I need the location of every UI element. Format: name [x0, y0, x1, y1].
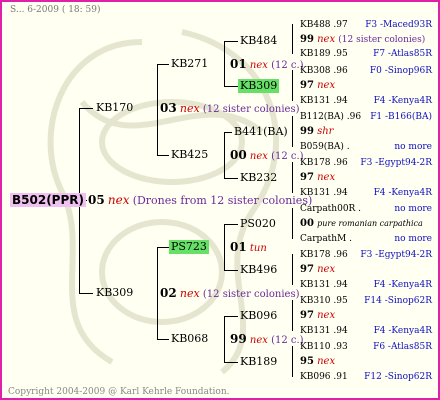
g4-origin: F0 -Sinop96R [369, 66, 432, 76]
g4-origin: F12 -Sinop62R [364, 372, 432, 382]
g3-queen[interactable]: KB189 [238, 355, 279, 369]
g4-origin: F14 -Sinop62R [364, 296, 432, 306]
g4-origin: F4 -Kenya4R [373, 188, 432, 198]
g4-origin: no more [394, 204, 432, 214]
g4-queen[interactable]: KB178 .96 [300, 249, 348, 261]
g2-queen-highlighted[interactable]: PS723 [169, 240, 209, 254]
g2-mating-info: 00 nex (12 c.) [230, 148, 304, 162]
g3-mating-info: 00 pure romanian carpathica [300, 218, 423, 229]
g4-origin: F6 -Atlas85R [373, 342, 432, 352]
g4-origin: F1 -B166(BA) [370, 112, 432, 122]
g4-queen[interactable]: KB131 .94 [300, 187, 348, 199]
g4-origin: F3 -Maced93R [365, 20, 432, 30]
g3-mating-info: 97 nex [300, 172, 336, 183]
g4-queen[interactable]: KB110 .93 [300, 341, 348, 353]
g3-queen-highlighted[interactable]: KB309 [238, 79, 280, 93]
g3-mating-info: 97 nex [300, 310, 336, 321]
g2-mating-info: 99 nex (12 c.) [230, 332, 304, 346]
root-queen[interactable]: B502(PPR) [10, 193, 86, 207]
g3-mating-info: 95 nex [300, 356, 336, 367]
g4-queen[interactable]: Carpath00R . [300, 203, 361, 215]
g4-queen[interactable]: KB131 .94 [300, 325, 348, 337]
header-timestamp: S... 6-2009 ( 18: 59) [10, 5, 101, 15]
pedigree-chart: S... 6-2009 ( 18: 59) Copyright 2004-200… [0, 0, 440, 400]
g4-queen[interactable]: KB310 .95 [300, 295, 348, 307]
g4-origin: no more [394, 234, 432, 244]
root-mating-info: 05 nex (Drones from 12 sister colonies) [88, 193, 313, 207]
copyright-footer: Copyright 2004-2009 @ Karl Kehrle Founda… [8, 387, 230, 397]
g4-origin: no more [394, 142, 432, 152]
g4-origin: F4 -Kenya4R [373, 96, 432, 106]
g3-queen[interactable]: KB484 [238, 34, 279, 48]
g3-mating-info: 97 nex [300, 264, 336, 275]
g4-origin: F4 -Kenya4R [373, 326, 432, 336]
g1-queen[interactable]: KB170 [94, 101, 135, 115]
g1-queen[interactable]: KB309 [94, 286, 135, 300]
g3-queen[interactable]: KB096 [238, 309, 279, 323]
g3-queen[interactable]: PS020 [238, 217, 278, 231]
g2-queen[interactable]: KB068 [169, 332, 210, 346]
g1-mating-info: 03 nex (12 sister colonies) [160, 101, 300, 115]
g4-queen[interactable]: KB131 .94 [300, 95, 348, 107]
g4-queen[interactable]: B112(BA) .96 [300, 111, 361, 123]
g4-queen[interactable]: KB178 .96 [300, 157, 348, 169]
g3-queen[interactable]: B441(BA) [232, 125, 290, 139]
g4-queen[interactable]: CarpathM . [300, 233, 352, 245]
g2-mating-info: 01 nex (12 c.) [230, 57, 304, 71]
g4-queen[interactable]: KB488 .97 [300, 19, 348, 31]
g4-origin: F3 -Egypt94-2R [360, 158, 432, 168]
g3-mating-info: 97 nex [300, 80, 336, 91]
g4-queen[interactable]: KB096 .91 [300, 371, 348, 383]
g3-queen[interactable]: KB496 [238, 263, 279, 277]
g3-mating-info: 99 nex (12 sister colonies) [300, 34, 426, 45]
g4-queen[interactable]: KB308 .96 [300, 65, 348, 77]
g4-queen[interactable]: KB131 .94 [300, 279, 348, 291]
g2-queen[interactable]: KB271 [169, 57, 210, 71]
g2-mating-info: 01 tun [230, 240, 267, 254]
g4-origin: F3 -Egypt94-2R [360, 250, 432, 260]
g3-queen[interactable]: KB232 [238, 171, 279, 185]
g1-mating-info: 02 nex (12 sister colonies) [160, 286, 300, 300]
g3-mating-info: 99 shr [300, 126, 334, 137]
g4-queen[interactable]: KB189 .95 [300, 48, 348, 60]
g4-origin: F4 -Kenya4R [373, 280, 432, 290]
g4-queen[interactable]: B059(BA) . [300, 141, 350, 153]
g2-queen[interactable]: KB425 [169, 148, 210, 162]
g4-origin: F7 -Atlas85R [373, 49, 432, 59]
